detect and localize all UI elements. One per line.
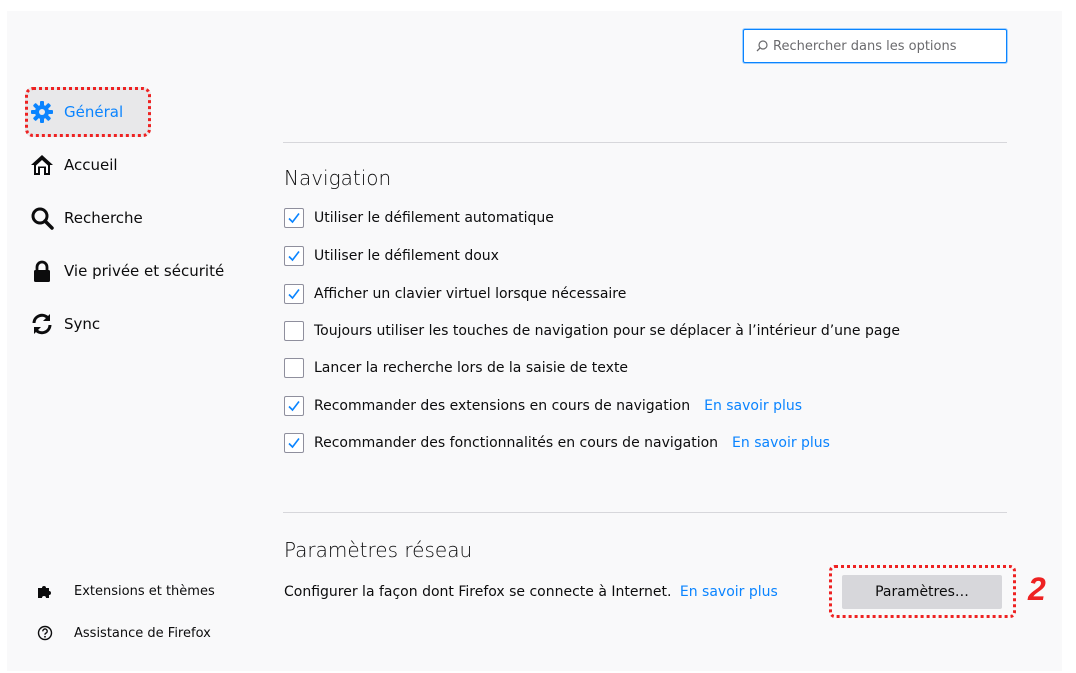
navigation-option-label: Afficher un clavier virtuel lorsque néce… (314, 286, 627, 302)
network-learn-more-link[interactable]: En savoir plus (680, 584, 778, 600)
sidebar-item-search[interactable]: Recherche (30, 206, 143, 230)
sidebar-item-general[interactable]: Général (30, 100, 123, 124)
step-number-annotation: 2 (1028, 571, 1046, 607)
navigation-option[interactable]: Toujours utiliser les touches de navigat… (284, 321, 900, 341)
network-settings-button-label: Paramètres… (875, 584, 969, 600)
navigation-option[interactable]: Recommander des extensions en cours de n… (284, 396, 802, 416)
sidebar-item-sync[interactable]: Sync (30, 312, 100, 336)
search-icon (31, 207, 54, 230)
checkbox-checked[interactable] (284, 284, 304, 304)
home-icon (31, 155, 53, 175)
navigation-heading: Navigation (284, 166, 392, 190)
sidebar-item-label: Accueil (64, 156, 118, 174)
checkbox-checked[interactable] (284, 433, 304, 453)
navigation-option[interactable]: Afficher un clavier virtuel lorsque néce… (284, 284, 626, 304)
navigation-option[interactable]: Recommander des fonctionnalités en cours… (284, 433, 830, 453)
navigation-option[interactable]: Utiliser le défilement automatique (284, 208, 554, 228)
navigation-option-label: Utiliser le défilement automatique (314, 210, 554, 226)
lock-icon (34, 260, 50, 282)
network-heading: Paramètres réseau (284, 538, 473, 562)
navigation-option-label: Lancer la recherche lors de la saisie de… (314, 360, 629, 376)
checkmark-icon (288, 438, 300, 449)
sync-icon (32, 313, 52, 335)
checkmark-icon (288, 289, 300, 300)
puzzle-icon (38, 586, 51, 598)
section-divider (283, 512, 1007, 513)
search-input[interactable] (773, 38, 993, 54)
help-icon (37, 625, 53, 641)
checkmark-icon (288, 401, 300, 412)
navigation-option-label: Recommander des fonctionnalités en cours… (314, 435, 719, 451)
navigation-option[interactable]: Utiliser le défilement doux (284, 246, 499, 266)
sidebar-item-label: Extensions et thèmes (74, 583, 215, 599)
sidebar-item-label: Sync (64, 315, 101, 333)
sidebar-item-label: Assistance de Firefox (74, 625, 211, 641)
checkbox-unchecked[interactable] (284, 321, 304, 341)
search-options-field[interactable] (743, 29, 1007, 63)
checkmark-icon (288, 213, 300, 224)
checkbox-checked[interactable] (284, 396, 304, 416)
gear-icon (31, 101, 53, 123)
sidebar-item-privacy[interactable]: Vie privée et sécurité (30, 259, 224, 283)
search-icon (756, 40, 768, 52)
network-description: Configurer la façon dont Firefox se conn… (284, 584, 778, 600)
network-description-text: Configurer la façon dont Firefox se conn… (284, 584, 672, 600)
checkbox-checked[interactable] (284, 208, 304, 228)
learn-more-link[interactable]: En savoir plus (704, 398, 802, 414)
network-settings-button[interactable]: Paramètres… (842, 575, 1002, 609)
navigation-option-label: Toujours utiliser les touches de navigat… (314, 323, 900, 339)
learn-more-link[interactable]: En savoir plus (732, 435, 830, 451)
navigation-option[interactable]: Lancer la recherche lors de la saisie de… (284, 358, 628, 378)
sidebar-item-label: Recherche (64, 209, 143, 227)
navigation-option-label: Utiliser le défilement doux (314, 248, 499, 264)
sidebar-item-extensions[interactable]: Extensions et thèmes (37, 583, 215, 599)
sidebar-item-home[interactable]: Accueil (30, 153, 118, 177)
sidebar-item-label: Général (64, 103, 124, 121)
section-divider (283, 142, 1007, 143)
sidebar-item-label: Vie privée et sécurité (64, 262, 225, 280)
checkbox-unchecked[interactable] (284, 358, 304, 378)
checkbox-checked[interactable] (284, 246, 304, 266)
navigation-option-label: Recommander des extensions en cours de n… (314, 398, 691, 414)
sidebar-item-support[interactable]: Assistance de Firefox (37, 625, 211, 641)
checkmark-icon (288, 251, 300, 262)
